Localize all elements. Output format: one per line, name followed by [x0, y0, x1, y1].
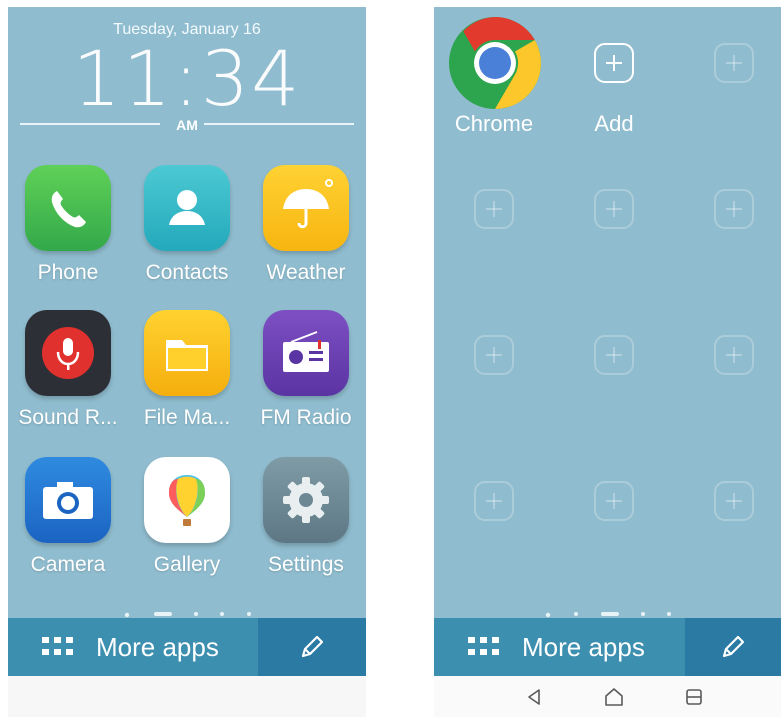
app-label: Chrome: [454, 111, 534, 136]
page-dot-active: [153, 611, 172, 616]
phone-icon: [25, 165, 111, 251]
more-apps-button[interactable]: More apps: [8, 618, 258, 676]
page-dot: [667, 611, 672, 616]
page-dot: [246, 611, 251, 616]
app-label: Settings: [268, 553, 344, 576]
clock-time[interactable]: 11:34: [8, 35, 366, 123]
app-grid-icon: [42, 637, 74, 657]
home-icon[interactable]: [602, 685, 626, 709]
weather-icon: [263, 165, 349, 251]
app-label: FM Radio: [260, 406, 352, 429]
app-chrome[interactable]: Chrome: [434, 7, 554, 147]
app-label: Sound R...: [18, 406, 118, 429]
app-settings[interactable]: Settings: [246, 457, 366, 577]
more-apps-label: More apps: [522, 631, 645, 662]
page-dot: [194, 611, 198, 616]
empty-slot-icon[interactable]: [474, 335, 514, 375]
nav-bar: [8, 676, 366, 717]
clock-ampm: AM: [176, 117, 198, 133]
app-label: Gallery: [153, 553, 221, 576]
app-weather[interactable]: Weather: [246, 165, 366, 285]
app-label: Weather: [266, 261, 346, 284]
app-label: Camera: [30, 553, 106, 576]
empty-slot-icon[interactable]: [714, 335, 754, 375]
edit-button[interactable]: [258, 618, 366, 676]
app-label: Phone: [37, 261, 99, 284]
fm-radio-icon: [263, 310, 349, 396]
app-label: Contacts: [145, 261, 229, 284]
back-icon[interactable]: [522, 685, 546, 709]
empty-slot-icon[interactable]: [474, 189, 514, 229]
dock-bar: More apps: [8, 618, 366, 676]
app-grid-icon: [468, 637, 500, 657]
app-label: Add: [594, 111, 634, 136]
sound-recorder-icon: [25, 310, 111, 396]
app-label: File Ma...: [143, 406, 231, 429]
page-dot: [640, 611, 645, 616]
app-gallery[interactable]: Gallery: [127, 457, 247, 577]
empty-slot-icon[interactable]: [714, 189, 754, 229]
empty-slot-icon[interactable]: [474, 481, 514, 521]
gallery-icon: [144, 457, 230, 543]
app-phone[interactable]: Phone: [8, 165, 128, 285]
more-apps-button[interactable]: More apps: [434, 618, 685, 676]
file-manager-icon: [144, 310, 230, 396]
app-camera[interactable]: Camera: [8, 457, 128, 577]
page-indicator: [8, 605, 366, 622]
add-icon: [594, 43, 634, 83]
app-sound-recorder[interactable]: Sound R...: [8, 310, 128, 430]
pencil-icon: [301, 635, 324, 658]
empty-slot-icon[interactable]: [714, 481, 754, 521]
home-screen-right: Chrome Add More apps: [434, 7, 781, 717]
page-dot: [220, 611, 225, 616]
page-indicator: [434, 605, 781, 622]
app-file-manager[interactable]: File Ma...: [127, 310, 247, 430]
contacts-icon: [144, 165, 230, 251]
empty-slot-icon[interactable]: [594, 189, 634, 229]
more-apps-label: More apps: [96, 631, 219, 662]
nav-bar: [434, 676, 781, 717]
add-shortcut-button[interactable]: Add: [554, 7, 674, 147]
camera-icon: [25, 457, 111, 543]
app-contacts[interactable]: Contacts: [127, 165, 247, 285]
pencil-icon: [722, 635, 745, 658]
page-dot-active: [600, 611, 619, 616]
empty-slot-icon[interactable]: [594, 335, 634, 375]
app-fm-radio[interactable]: FM Radio: [246, 310, 366, 430]
empty-slot-icon[interactable]: [594, 481, 634, 521]
dock-bar: More apps: [434, 618, 781, 676]
recents-icon[interactable]: [682, 685, 706, 709]
chrome-icon: [449, 17, 541, 109]
home-screen-left: Tuesday, January 16 11:34 AM Phone Conta…: [8, 7, 366, 717]
empty-slot-icon[interactable]: [714, 43, 754, 83]
settings-icon: [263, 457, 349, 543]
edit-button[interactable]: [685, 618, 781, 676]
page-dot: [574, 611, 579, 616]
